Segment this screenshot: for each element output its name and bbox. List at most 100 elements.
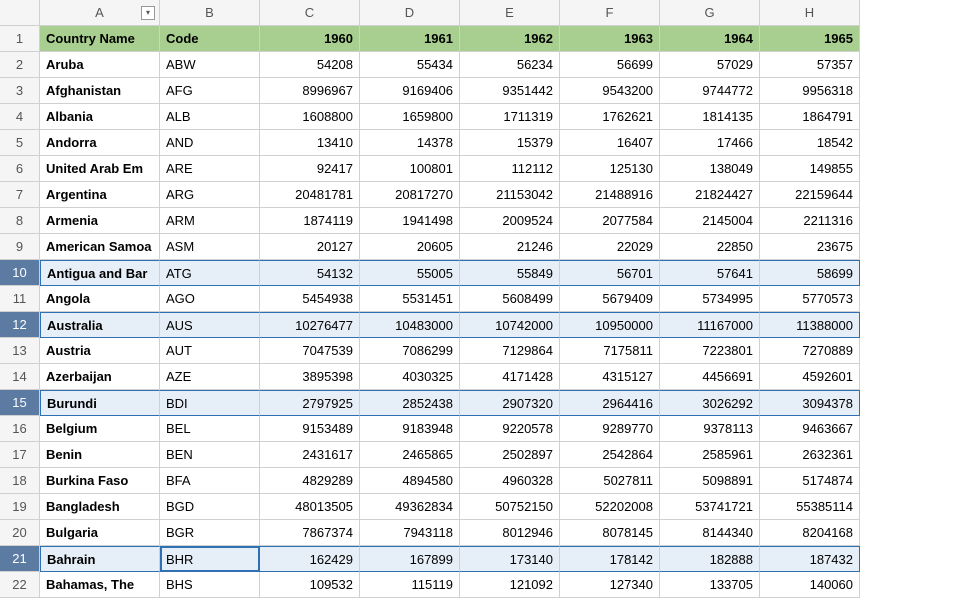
cell-value[interactable]: 1711319 bbox=[460, 104, 560, 130]
cell-value[interactable]: 10742000 bbox=[460, 312, 560, 338]
cell-value[interactable]: 187432 bbox=[760, 546, 860, 572]
cell-value[interactable]: 2431617 bbox=[260, 442, 360, 468]
cell-value[interactable]: 173140 bbox=[460, 546, 560, 572]
cell-value[interactable]: 4592601 bbox=[760, 364, 860, 390]
cell-value[interactable]: 8012946 bbox=[460, 520, 560, 546]
cell-value[interactable]: 3094378 bbox=[760, 390, 860, 416]
column-header-H[interactable]: H bbox=[760, 0, 860, 26]
cell-value[interactable]: 4315127 bbox=[560, 364, 660, 390]
cell-code[interactable]: ASM bbox=[160, 234, 260, 260]
column-header-F[interactable]: F bbox=[560, 0, 660, 26]
cell-value[interactable]: 109532 bbox=[260, 572, 360, 598]
cell-value[interactable]: 9378113 bbox=[660, 416, 760, 442]
cell-country[interactable]: Albania bbox=[40, 104, 160, 130]
cell-value[interactable]: 10950000 bbox=[560, 312, 660, 338]
cell-value[interactable]: 10483000 bbox=[360, 312, 460, 338]
cell-value[interactable]: 9744772 bbox=[660, 78, 760, 104]
row-header-8[interactable]: 8 bbox=[0, 208, 40, 234]
cell-value[interactable]: 5098891 bbox=[660, 468, 760, 494]
cell-value[interactable]: 140060 bbox=[760, 572, 860, 598]
cell-value[interactable]: 57641 bbox=[660, 260, 760, 286]
cell-country[interactable]: Belgium bbox=[40, 416, 160, 442]
cell-value[interactable]: 2907320 bbox=[460, 390, 560, 416]
cell-value[interactable]: 11388000 bbox=[760, 312, 860, 338]
cell-value[interactable]: 9543200 bbox=[560, 78, 660, 104]
cell-code[interactable]: BFA bbox=[160, 468, 260, 494]
cell-code[interactable]: BHR bbox=[160, 546, 260, 572]
cell-value[interactable]: 4829289 bbox=[260, 468, 360, 494]
cell-value[interactable]: 9183948 bbox=[360, 416, 460, 442]
cell-value[interactable]: 15379 bbox=[460, 130, 560, 156]
cell-value[interactable]: 54208 bbox=[260, 52, 360, 78]
cell-value[interactable]: 52202008 bbox=[560, 494, 660, 520]
cell-value[interactable]: 8144340 bbox=[660, 520, 760, 546]
row-header-4[interactable]: 4 bbox=[0, 104, 40, 130]
cell-value[interactable]: 55385114 bbox=[760, 494, 860, 520]
cell-value[interactable]: 167899 bbox=[360, 546, 460, 572]
row-header-13[interactable]: 13 bbox=[0, 338, 40, 364]
row-header-18[interactable]: 18 bbox=[0, 468, 40, 494]
cell-value[interactable]: 138049 bbox=[660, 156, 760, 182]
cell-value[interactable]: 115119 bbox=[360, 572, 460, 598]
cell-country[interactable]: Bahrain bbox=[40, 546, 160, 572]
row-header-10[interactable]: 10 bbox=[0, 260, 40, 286]
cell-code[interactable]: AUT bbox=[160, 338, 260, 364]
cell-value[interactable]: 2077584 bbox=[560, 208, 660, 234]
cell-value[interactable]: 20481781 bbox=[260, 182, 360, 208]
cell-value[interactable]: 50752150 bbox=[460, 494, 560, 520]
cell-value[interactable]: 9956318 bbox=[760, 78, 860, 104]
cell-value[interactable]: 7047539 bbox=[260, 338, 360, 364]
cell-value[interactable]: 3895398 bbox=[260, 364, 360, 390]
cell-value[interactable]: 7223801 bbox=[660, 338, 760, 364]
cell-code[interactable]: ARE bbox=[160, 156, 260, 182]
row-header-19[interactable]: 19 bbox=[0, 494, 40, 520]
cell-value[interactable]: 20605 bbox=[360, 234, 460, 260]
row-header-3[interactable]: 3 bbox=[0, 78, 40, 104]
cell-value[interactable]: 3026292 bbox=[660, 390, 760, 416]
row-header-22[interactable]: 22 bbox=[0, 572, 40, 598]
cell-value[interactable]: 2964416 bbox=[560, 390, 660, 416]
cell-value[interactable]: 100801 bbox=[360, 156, 460, 182]
cell-value[interactable]: 14378 bbox=[360, 130, 460, 156]
cell-value[interactable]: 5608499 bbox=[460, 286, 560, 312]
cell-country[interactable]: Argentina bbox=[40, 182, 160, 208]
cell-value[interactable]: 55005 bbox=[360, 260, 460, 286]
cell-value[interactable]: 55434 bbox=[360, 52, 460, 78]
cell-country[interactable]: Andorra bbox=[40, 130, 160, 156]
cell-code[interactable]: BHS bbox=[160, 572, 260, 598]
cell-value[interactable]: 23675 bbox=[760, 234, 860, 260]
row-header-21[interactable]: 21 bbox=[0, 546, 40, 572]
cell-value[interactable]: 8204168 bbox=[760, 520, 860, 546]
cell-value[interactable]: 5734995 bbox=[660, 286, 760, 312]
row-header-5[interactable]: 5 bbox=[0, 130, 40, 156]
cell-value[interactable]: 5679409 bbox=[560, 286, 660, 312]
cell-code[interactable]: ATG bbox=[160, 260, 260, 286]
cell-value[interactable]: 13410 bbox=[260, 130, 360, 156]
cell-code[interactable]: ABW bbox=[160, 52, 260, 78]
cell-value[interactable]: 4171428 bbox=[460, 364, 560, 390]
cell-value[interactable]: 121092 bbox=[460, 572, 560, 598]
cell-value[interactable]: 8996967 bbox=[260, 78, 360, 104]
cell-country[interactable]: Angola bbox=[40, 286, 160, 312]
cell-country[interactable]: Afghanistan bbox=[40, 78, 160, 104]
cell-value[interactable]: 9169406 bbox=[360, 78, 460, 104]
cell-value[interactable]: 7175811 bbox=[560, 338, 660, 364]
cell-value[interactable]: 162429 bbox=[260, 546, 360, 572]
column-header-G[interactable]: G bbox=[660, 0, 760, 26]
cell-country[interactable]: Antigua and Bar bbox=[40, 260, 160, 286]
cell-country[interactable]: Burundi bbox=[40, 390, 160, 416]
cell-code[interactable]: AUS bbox=[160, 312, 260, 338]
cell-value[interactable]: 53741721 bbox=[660, 494, 760, 520]
cell-value[interactable]: 21824427 bbox=[660, 182, 760, 208]
cell-code[interactable]: BDI bbox=[160, 390, 260, 416]
cell-value[interactable]: 2465865 bbox=[360, 442, 460, 468]
column-header-E[interactable]: E bbox=[460, 0, 560, 26]
cell-value[interactable]: 9220578 bbox=[460, 416, 560, 442]
cell-value[interactable]: 9153489 bbox=[260, 416, 360, 442]
cell-value[interactable]: 55849 bbox=[460, 260, 560, 286]
cell-country[interactable]: Bulgaria bbox=[40, 520, 160, 546]
cell-value[interactable]: 4960328 bbox=[460, 468, 560, 494]
cell-value[interactable]: 57029 bbox=[660, 52, 760, 78]
cell-value[interactable]: 1864791 bbox=[760, 104, 860, 130]
cell-value[interactable]: 1659800 bbox=[360, 104, 460, 130]
